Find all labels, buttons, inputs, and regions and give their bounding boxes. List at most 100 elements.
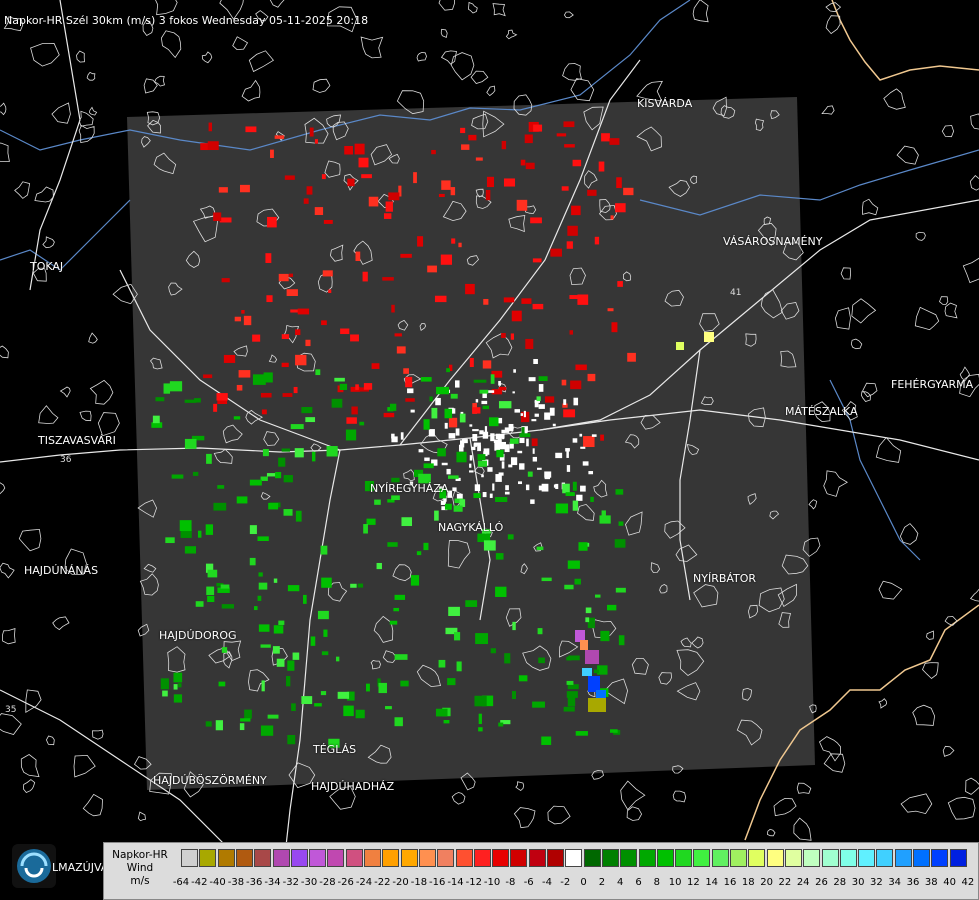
legend-swatch <box>437 849 455 867</box>
radar-echo <box>382 277 394 281</box>
radar-echo <box>262 449 269 457</box>
radar-echo <box>518 481 523 485</box>
radar-echo <box>555 452 563 459</box>
radar-echo <box>485 189 491 201</box>
radar-echo <box>469 463 472 468</box>
radar-echo <box>289 273 294 278</box>
radar-echo <box>179 520 192 532</box>
radar-echo <box>538 485 543 491</box>
radar-echo <box>287 585 300 592</box>
radar-echo <box>477 454 486 461</box>
radar-echo <box>221 604 235 609</box>
radar-echo <box>163 383 171 394</box>
radar-echo <box>160 678 169 690</box>
radar-echo <box>594 236 600 245</box>
radar-echo <box>458 242 462 248</box>
radar-echo <box>473 493 481 499</box>
legend-swatch <box>656 849 674 867</box>
radar-echo <box>287 660 295 671</box>
radar-echo <box>315 369 321 376</box>
radar-echo <box>474 484 481 492</box>
radar-echo <box>323 219 333 224</box>
city-label-nyirbator: NYÍRBÁTOR <box>693 572 757 585</box>
radar-echo <box>461 439 468 444</box>
radar-echo <box>400 253 412 258</box>
settlement-outline <box>793 817 812 841</box>
radar-echo <box>423 419 430 430</box>
radar-echo <box>309 127 314 137</box>
radar-echo <box>239 184 250 193</box>
radar-echo <box>400 680 409 687</box>
settlement-outline <box>620 780 646 811</box>
settlement-outline <box>821 105 835 115</box>
radar-echo <box>536 396 541 402</box>
radar-echo <box>519 463 525 470</box>
road-number: 41 <box>730 288 741 298</box>
radar-echo <box>407 388 414 394</box>
settlement-outline <box>160 30 182 59</box>
radar-echo <box>350 583 357 588</box>
radar-echo <box>513 369 516 373</box>
radar-echo <box>394 333 402 337</box>
radar-echo <box>221 647 228 653</box>
settlement-outline <box>89 379 114 405</box>
radar-echo <box>553 484 557 488</box>
radar-echo <box>469 455 473 461</box>
radar-echo <box>424 457 430 461</box>
radar-echo <box>266 295 273 303</box>
radar-echo <box>394 594 406 600</box>
radar-echo <box>615 489 624 495</box>
radar-echo <box>321 174 326 180</box>
radar-echo <box>489 493 493 498</box>
radar-echo <box>484 426 488 433</box>
settlement-outline <box>312 78 331 93</box>
radar-echo <box>376 562 382 570</box>
radar-echo <box>281 362 289 368</box>
radar-echo <box>295 510 302 522</box>
radar-echo <box>530 499 535 504</box>
radar-echo <box>184 438 197 449</box>
radar-echo <box>510 457 518 466</box>
radar-echo <box>538 384 544 392</box>
settlement-outline <box>875 436 902 463</box>
radar-echo <box>497 446 505 450</box>
radar-echo <box>213 403 218 412</box>
radar-echo <box>498 401 512 409</box>
radar-echo <box>610 729 618 733</box>
road-number: 35 <box>5 705 16 715</box>
settlement-outline <box>492 3 506 17</box>
settlement-outline <box>773 797 797 817</box>
settlement-outline <box>915 231 926 241</box>
radar-echo <box>538 376 548 382</box>
settlement-outline <box>862 198 879 216</box>
legend-swatch <box>675 849 693 867</box>
radar-echo <box>498 417 503 424</box>
legend-title-line: Napkor-HR <box>112 849 168 861</box>
settlement-outline <box>626 806 643 821</box>
radar-echo <box>281 334 290 340</box>
radar-echo <box>217 399 228 404</box>
radar-echo <box>525 484 530 491</box>
radar-echo <box>389 403 397 411</box>
radar-echo <box>331 398 343 408</box>
settlement-outline <box>88 106 98 116</box>
settlement-outline <box>30 42 60 67</box>
legend-swatch <box>345 849 363 867</box>
radar-echo <box>588 471 594 475</box>
radar-echo <box>490 648 496 654</box>
legend-swatch <box>894 849 912 867</box>
radar-echo <box>391 436 398 443</box>
radar-echo <box>314 207 324 215</box>
radar-echo <box>276 658 285 667</box>
settlement-outline <box>808 499 818 510</box>
settlement-outline <box>438 0 456 11</box>
radar-echo <box>268 502 279 510</box>
radar-echo <box>281 448 291 452</box>
radar-echo <box>563 399 567 405</box>
settlement-outline <box>155 0 178 16</box>
radar-echo <box>580 446 586 449</box>
radar-echo <box>533 124 543 132</box>
radar-echo <box>361 174 372 179</box>
settlement-outline <box>248 50 275 73</box>
radar-echo <box>213 502 227 511</box>
